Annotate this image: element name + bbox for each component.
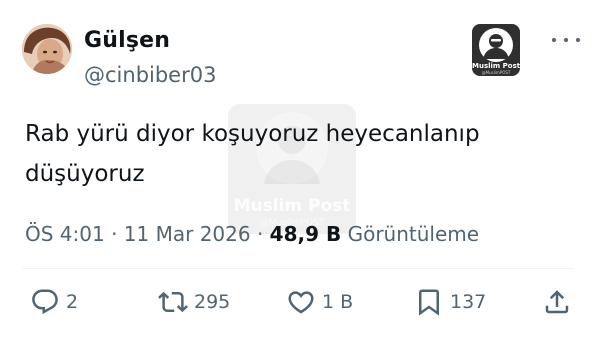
logo-portrait-icon xyxy=(479,28,513,62)
more-icon-dot xyxy=(576,38,580,42)
bookmark-button[interactable]: 137 xyxy=(414,286,486,318)
reply-icon xyxy=(32,289,58,315)
meta-separator: · xyxy=(111,222,118,246)
share-icon xyxy=(545,290,569,314)
retweet-count: 295 xyxy=(194,291,231,313)
more-icon-dot xyxy=(564,38,568,42)
more-options-button[interactable] xyxy=(548,28,584,52)
watermark-title: Muslim Post xyxy=(233,196,351,216)
retweet-icon xyxy=(158,291,188,313)
share-button[interactable] xyxy=(542,286,572,318)
tweet-date[interactable]: 11 Mar 2026 xyxy=(124,222,251,246)
logo-title: Muslim Post xyxy=(472,62,520,70)
tweet-time[interactable]: ÖS 4:01 xyxy=(25,222,105,246)
like-button[interactable]: 1 B xyxy=(286,286,353,318)
like-count: 1 B xyxy=(322,291,354,313)
like-icon xyxy=(288,291,314,314)
retweet-button[interactable]: 295 xyxy=(158,286,230,318)
more-icon xyxy=(552,38,556,42)
avatar[interactable] xyxy=(22,24,72,74)
bookmark-icon xyxy=(419,289,439,316)
views-label: Görüntüleme xyxy=(347,222,480,246)
display-name[interactable]: Gülşen xyxy=(84,28,170,53)
reply-count: 2 xyxy=(66,291,79,313)
meta-separator: · xyxy=(256,222,264,246)
reply-button[interactable]: 2 xyxy=(30,286,78,318)
logo-subtitle: @MuslimPOST xyxy=(481,70,511,75)
views-count[interactable]: 48,9 B xyxy=(270,222,342,246)
tweet-card: Gülşen @cinbiber03 Muslim Post @MuslimPO… xyxy=(0,0,596,348)
bookmark-count: 137 xyxy=(450,291,487,313)
muslim-post-logo: Muslim Post @MuslimPOST xyxy=(472,24,520,76)
tweet-meta: ÖS 4:01 · 11 Mar 2026 · 48,9 B Görüntüle… xyxy=(25,222,479,246)
divider xyxy=(22,268,574,269)
user-handle[interactable]: @cinbiber03 xyxy=(84,63,216,87)
avatar-image xyxy=(22,24,72,74)
tweet-text: Rab yürü diyor koşuyoruz heyecanlanıp dü… xyxy=(25,121,480,187)
